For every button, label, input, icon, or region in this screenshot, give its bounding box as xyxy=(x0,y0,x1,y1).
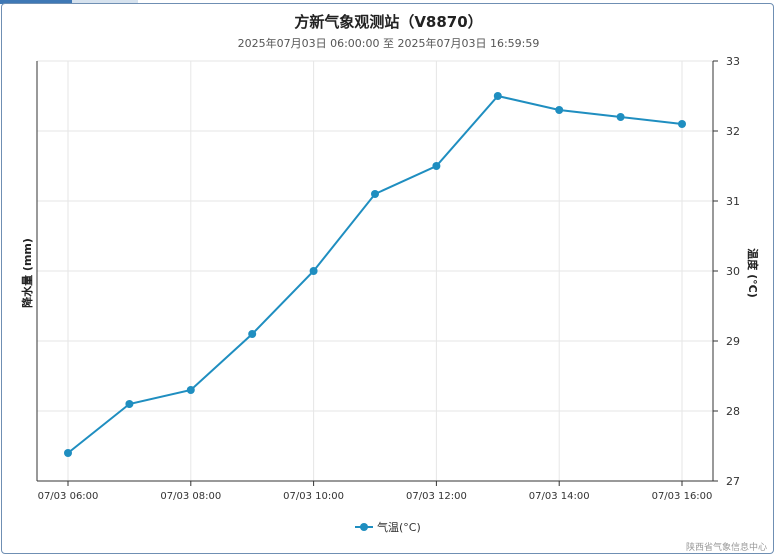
legend-item-temperature[interactable]: 气温(°C) xyxy=(355,519,421,535)
plot-area: 27 28 29 30 31 32 33 07/03 06:00 07/03 08:00 07/0… xyxy=(36,55,740,502)
data-point xyxy=(678,120,686,128)
credit-text: 陕西省气象信息中心 xyxy=(685,543,767,553)
data-point xyxy=(64,449,72,457)
x-tick-label: 07/03 12:00 xyxy=(406,491,467,502)
y-tick-label: 30 xyxy=(726,265,740,278)
data-point xyxy=(248,330,257,338)
data-point xyxy=(309,267,318,275)
y-tick-label: 28 xyxy=(726,405,740,418)
data-point xyxy=(555,106,564,114)
data-point xyxy=(616,113,625,121)
y-tick-label: 31 xyxy=(726,195,740,208)
y-tick-label: 27 xyxy=(726,475,740,488)
x-tick-label: 07/03 08:00 xyxy=(160,491,221,502)
legend-label: 气温(°C) xyxy=(377,521,421,534)
data-point xyxy=(125,400,134,408)
y-tick-label: 32 xyxy=(726,125,740,138)
data-point xyxy=(186,386,195,394)
data-point xyxy=(371,190,379,198)
data-point xyxy=(493,92,502,100)
y-tick-label: 33 xyxy=(726,55,740,68)
y-tick-label: 29 xyxy=(726,335,740,348)
x-tick-label: 07/03 16:00 xyxy=(652,491,713,502)
x-tick-label: 07/03 10:00 xyxy=(283,491,344,502)
x-tick-label: 07/03 14:00 xyxy=(529,491,590,502)
series-line xyxy=(67,94,683,454)
data-point xyxy=(432,162,441,170)
legend-marker xyxy=(355,522,373,532)
x-tick-label: 07/03 06:00 xyxy=(38,491,99,502)
